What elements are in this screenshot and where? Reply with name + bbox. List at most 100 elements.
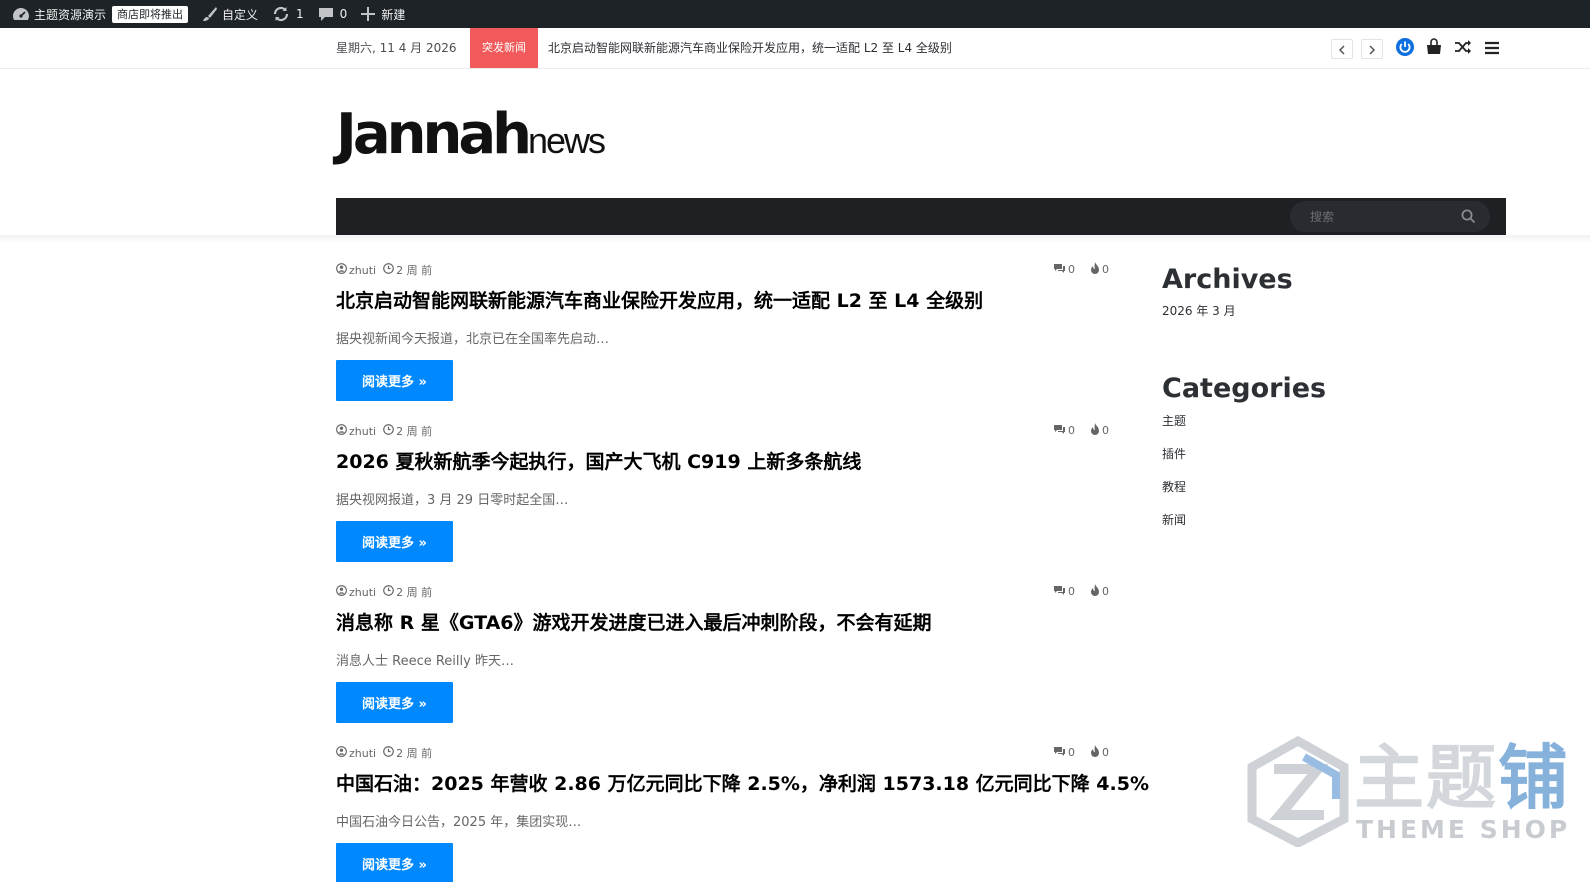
views-stat: 0	[1090, 262, 1109, 277]
read-more-button[interactable]: 阅读更多 »	[336, 360, 453, 401]
views-count: 0	[1102, 585, 1109, 598]
breaking-news-headline[interactable]: 北京启动智能网联新能源汽车商业保险开发应用，统一适配 L2 至 L4 全级别	[548, 28, 952, 68]
fire-icon	[1090, 584, 1100, 599]
admin-site-menu[interactable]: 主题资源演示 商店即将推出	[0, 0, 195, 28]
post-stats: 0 0	[1053, 745, 1116, 760]
post-meta: zhuti 2 周 前 0 0	[336, 745, 1116, 761]
plus-icon	[361, 7, 376, 21]
shuffle-icon	[1454, 39, 1472, 59]
user-icon	[336, 585, 347, 599]
views-stat: 0	[1090, 423, 1109, 438]
post-title[interactable]: 北京启动智能网联新能源汽车商业保险开发应用，统一适配 L2 至 L4 全级别	[336, 286, 983, 313]
post-author: zhuti	[349, 263, 377, 277]
ticker-next-button[interactable]	[1361, 39, 1383, 59]
fire-icon	[1090, 262, 1100, 277]
chevron-right-icon	[1368, 40, 1376, 59]
power-icon	[1395, 37, 1415, 61]
post-time: 2 周 前	[396, 425, 433, 438]
category-link[interactable]: 新闻	[1162, 508, 1462, 541]
top-bar: 星期六, 11 4 月 2026 突发新闻 北京启动智能网联新能源汽车商业保险开…	[0, 28, 1590, 69]
read-more-button[interactable]: 阅读更多 »	[336, 843, 453, 882]
nav-shadow	[0, 235, 1590, 243]
post-stats: 0 0	[1053, 423, 1116, 438]
new-content-link[interactable]: 新建	[354, 0, 412, 28]
post-author: zhuti	[349, 585, 377, 599]
clock-icon	[383, 263, 394, 277]
random-post-button[interactable]	[1452, 38, 1474, 60]
post-date: 2 周 前	[383, 745, 432, 761]
archive-link[interactable]: 2026 年 3 月	[1162, 302, 1462, 319]
updates-link[interactable]: 1	[265, 0, 311, 28]
category-link[interactable]: 主题	[1162, 409, 1462, 442]
comments-stat[interactable]: 0	[1053, 746, 1075, 760]
post-stats: 0 0	[1053, 584, 1116, 599]
author-link[interactable]: zhuti	[336, 585, 376, 599]
categories-title: Categories	[1162, 373, 1327, 404]
views-count: 0	[1102, 424, 1109, 437]
post-meta: zhuti 2 周 前 0 0	[336, 262, 1116, 278]
views-stat: 0	[1090, 745, 1109, 760]
site-logo[interactable]: Jannahnews	[336, 100, 606, 170]
read-more-button[interactable]: 阅读更多 »	[336, 521, 453, 562]
comments-count: 0	[339, 7, 348, 21]
post-stats: 0 0	[1053, 262, 1116, 277]
login-button[interactable]	[1394, 38, 1416, 60]
comment-icon	[318, 6, 334, 22]
ticker-prev-button[interactable]	[1331, 39, 1353, 59]
update-icon	[272, 6, 290, 22]
clock-icon	[383, 424, 394, 438]
watermark-cn: 主题铺	[1354, 735, 1570, 821]
read-more-button[interactable]: 阅读更多 »	[336, 682, 453, 723]
comments-count: 0	[1068, 263, 1075, 276]
comments-icon	[1053, 585, 1066, 599]
comments-icon	[1053, 263, 1066, 277]
sidebar: Archives 2026 年 3 月 Categories 主题 插件 教程 …	[1162, 262, 1462, 541]
post-excerpt: 中国石油今日公告，2025 年，集团实现…	[336, 815, 582, 830]
fire-icon	[1090, 745, 1100, 760]
post-title[interactable]: 2026 夏秋新航季今起执行，国产大飞机 C919 上新多条航线	[336, 447, 861, 474]
hamburger-menu-icon	[1484, 40, 1500, 59]
customize-label: 自定义	[222, 7, 259, 22]
comments-icon	[1053, 424, 1066, 438]
store-coming-soon-badge[interactable]: 商店即将推出	[112, 5, 189, 23]
theme-shop-watermark: 主题铺 THEME SHOP	[1244, 735, 1574, 855]
categories-list: 主题 插件 教程 新闻	[1162, 409, 1462, 541]
category-link[interactable]: 插件	[1162, 442, 1462, 475]
logo-main-text: Jannah	[336, 102, 532, 167]
side-menu-button[interactable]	[1481, 38, 1503, 60]
search-icon[interactable]	[1461, 209, 1476, 228]
comments-stat[interactable]: 0	[1053, 263, 1075, 277]
post-date: 2 周 前	[383, 584, 432, 600]
search-input[interactable]	[1290, 201, 1490, 232]
post-time: 2 周 前	[396, 747, 433, 760]
post-excerpt: 消息人士 Reece Reilly 昨天…	[336, 654, 514, 669]
post-item: zhuti 2 周 前 0 0 北京启动智能网联新能源汽车商业保险开发应用，统一…	[336, 262, 1116, 423]
category-link[interactable]: 教程	[1162, 475, 1462, 508]
logo-sub-text: news	[528, 120, 606, 161]
post-excerpt: 据央视网报道，3 月 29 日零时起全国…	[336, 493, 569, 508]
post-title[interactable]: 中国石油：2025 年营收 2.86 万亿元同比下降 2.5%，净利润 1573…	[336, 769, 1149, 796]
author-link[interactable]: zhuti	[336, 263, 376, 277]
customize-link[interactable]: 自定义	[195, 0, 265, 28]
shop-cart-button[interactable]	[1423, 38, 1445, 60]
watermark-cn-blue: 铺	[1498, 737, 1570, 819]
post-time: 2 周 前	[396, 586, 433, 599]
post-author: zhuti	[349, 746, 377, 760]
archives-title: Archives	[1162, 264, 1293, 295]
dashboard-icon	[12, 6, 30, 22]
post-list: zhuti 2 周 前 0 0 北京启动智能网联新能源汽车商业保险开发应用，统一…	[336, 262, 1149, 882]
fire-icon	[1090, 423, 1100, 438]
comments-stat[interactable]: 0	[1053, 585, 1075, 599]
post-time: 2 周 前	[396, 264, 433, 277]
author-link[interactable]: zhuti	[336, 424, 376, 438]
post-excerpt: 据央视新闻今天报道，北京已在全国率先启动…	[336, 332, 610, 347]
post-item: zhuti 2 周 前 0 0 2026 夏秋新航季今起执行，国产大飞机 C91…	[336, 423, 1116, 584]
comments-stat[interactable]: 0	[1053, 424, 1075, 438]
user-icon	[336, 746, 347, 760]
user-icon	[336, 263, 347, 277]
author-link[interactable]: zhuti	[336, 746, 376, 760]
comments-link[interactable]: 0	[311, 0, 355, 28]
chevron-left-icon	[1338, 40, 1346, 59]
post-title[interactable]: 消息称 R 星《GTA6》游戏开发进度已进入最后冲刺阶段，不会有延期	[336, 608, 932, 635]
views-stat: 0	[1090, 584, 1109, 599]
